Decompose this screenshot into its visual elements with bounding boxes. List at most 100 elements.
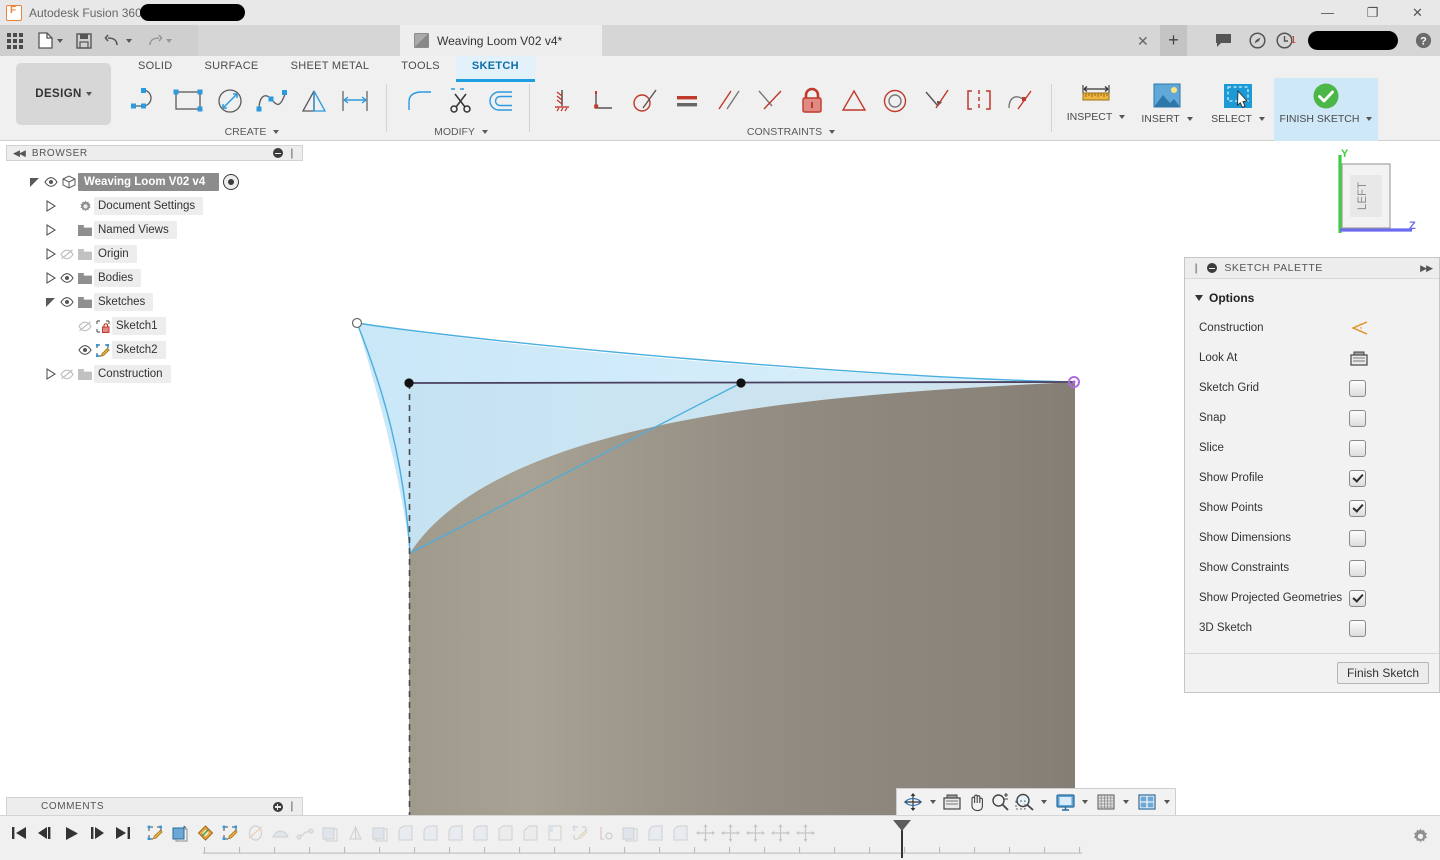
option-construction[interactable]: Construction <box>1185 313 1439 343</box>
tree-item-sketches[interactable]: Sketches <box>6 290 303 314</box>
collinear-icon[interactable] <box>750 79 790 123</box>
maximize-button[interactable]: ❐ <box>1350 0 1395 25</box>
parallel-icon[interactable] <box>709 79 749 123</box>
skip-start-icon[interactable] <box>8 821 30 845</box>
concentric-icon[interactable] <box>875 79 915 123</box>
fillet-icon[interactable] <box>402 79 440 123</box>
panel-label-modify[interactable]: MODIFY <box>396 126 526 138</box>
timeline-fillet-icon[interactable] <box>419 822 441 844</box>
tree-item-construction[interactable]: Construction <box>6 362 303 386</box>
spline-icon[interactable] <box>253 79 293 123</box>
timeline-playhead[interactable] <box>893 820 911 858</box>
circle-diameter-icon[interactable] <box>211 79 251 123</box>
palette-grip-icon[interactable]: ❙ <box>1192 263 1200 274</box>
mirror-icon[interactable] <box>295 79 335 123</box>
lock-icon[interactable] <box>792 79 832 123</box>
panel-grip-icon[interactable]: ❙ <box>288 801 296 812</box>
timeline-move-icon[interactable] <box>769 822 791 844</box>
triangle-icon[interactable] <box>834 79 874 123</box>
timeline-chamfer-icon[interactable] <box>519 822 541 844</box>
timeline-move-icon[interactable] <box>794 822 816 844</box>
timeline-split-icon[interactable] <box>544 822 566 844</box>
monitor-icon[interactable] <box>1054 791 1076 813</box>
show-constraints-checkbox[interactable] <box>1349 559 1366 577</box>
sketch-grid-checkbox[interactable] <box>1349 379 1366 397</box>
timeline-fillet-icon[interactable] <box>644 822 666 844</box>
display-settings-caret-icon[interactable] <box>1082 800 1088 804</box>
coincident-icon[interactable] <box>917 79 957 123</box>
visibility-eye-icon[interactable] <box>58 273 76 283</box>
fix-ground-icon[interactable] <box>542 79 582 123</box>
timeline-revolve-icon[interactable] <box>244 822 266 844</box>
timeline-fillet-icon[interactable] <box>469 822 491 844</box>
double-chevron-left-icon[interactable]: ◀◀ <box>13 148 26 159</box>
inspect-button[interactable]: INSPECT <box>1060 78 1132 144</box>
show-projected-geometries-checkbox[interactable] <box>1349 589 1366 607</box>
tree-item-named-views[interactable]: Named Views <box>6 218 303 242</box>
timeline-extrude-icon[interactable] <box>619 822 641 844</box>
slice-checkbox[interactable] <box>1349 439 1366 457</box>
workspace-switcher-button[interactable]: DESIGN <box>16 63 111 125</box>
minus-circle-icon[interactable] <box>1207 263 1218 273</box>
comment-icon[interactable] <box>1206 25 1240 56</box>
look-at-icon[interactable] <box>1348 348 1370 368</box>
zoom-window-caret-icon[interactable] <box>1041 800 1047 804</box>
option-slice[interactable]: Slice <box>1185 433 1439 463</box>
show-points-checkbox[interactable] <box>1349 499 1366 517</box>
close-button[interactable]: ✕ <box>1395 0 1440 25</box>
select-button[interactable]: SELECT <box>1202 78 1274 144</box>
three-d-sketch-checkbox[interactable] <box>1349 619 1366 637</box>
rectangle-icon[interactable] <box>170 79 210 123</box>
undo-button[interactable] <box>98 25 138 56</box>
grid-settings-caret-icon[interactable] <box>1123 800 1129 804</box>
line-arc-icon[interactable] <box>128 79 168 123</box>
minus-circle-icon[interactable] <box>272 148 283 158</box>
new-file-caret-icon[interactable] <box>56 38 63 43</box>
minimize-button[interactable]: — <box>1305 0 1350 25</box>
redo-button[interactable] <box>138 25 178 56</box>
plus-circle-icon[interactable] <box>272 801 283 812</box>
curvature-icon[interactable] <box>1000 79 1040 123</box>
timeline-extrude-icon[interactable] <box>169 822 191 844</box>
visibility-eye-icon[interactable] <box>42 177 60 187</box>
snap-checkbox[interactable] <box>1349 409 1366 427</box>
undo-caret-icon[interactable] <box>125 38 132 43</box>
option-3d-sketch[interactable]: 3D Sketch <box>1185 613 1439 643</box>
option-show-projected-geometries[interactable]: Show Projected Geometries <box>1185 583 1439 613</box>
option-show-profile[interactable]: Show Profile <box>1185 463 1439 493</box>
hand-icon[interactable] <box>965 791 987 813</box>
option-sketch-grid[interactable]: Sketch Grid <box>1185 373 1439 403</box>
dimension-icon[interactable] <box>336 79 376 123</box>
zoom-plusminus-icon[interactable] <box>989 791 1011 813</box>
panel-grip-icon[interactable]: ❙ <box>288 148 296 159</box>
expander-collapsed-icon[interactable] <box>44 367 58 381</box>
show-profile-checkbox[interactable] <box>1349 469 1366 487</box>
timeline-sketch-icon[interactable] <box>219 822 241 844</box>
option-snap[interactable]: Snap <box>1185 403 1439 433</box>
step-forward-icon[interactable] <box>86 821 108 845</box>
orbit-icon[interactable] <box>902 791 924 813</box>
step-back-icon[interactable] <box>34 821 56 845</box>
timeline-extrude-icon[interactable] <box>369 822 391 844</box>
orbit-caret-icon[interactable] <box>930 800 936 804</box>
timeline-move-icon[interactable] <box>694 822 716 844</box>
expander-collapsed-icon[interactable] <box>44 199 58 213</box>
expander-collapsed-icon[interactable] <box>44 223 58 237</box>
comments-panel-header[interactable]: COMMENTS ❙ <box>6 797 303 816</box>
show-dimensions-checkbox[interactable] <box>1349 529 1366 547</box>
timeline-construction-icon[interactable] <box>594 822 616 844</box>
expander-collapsed-icon[interactable] <box>44 247 58 261</box>
viewports-caret-icon[interactable] <box>1164 800 1170 804</box>
visibility-eye-icon[interactable] <box>58 297 76 307</box>
grid-snap-icon[interactable] <box>1095 791 1117 813</box>
finish-sketch-button[interactable]: FINISH SKETCH <box>1274 78 1378 144</box>
zoom-window-icon[interactable] <box>1013 791 1035 813</box>
tree-item-sketch1[interactable]: Sketch1 <box>6 314 303 338</box>
tree-item-document-settings[interactable]: Document Settings <box>6 194 303 218</box>
timeline-fillet-icon[interactable] <box>394 822 416 844</box>
perpendicular-icon[interactable] <box>584 79 624 123</box>
expander-expanded-icon[interactable] <box>28 175 42 189</box>
timeline-loft-icon[interactable] <box>269 822 291 844</box>
timeline-mirror-icon[interactable] <box>344 822 366 844</box>
option-look-at[interactable]: Look At <box>1185 343 1439 373</box>
